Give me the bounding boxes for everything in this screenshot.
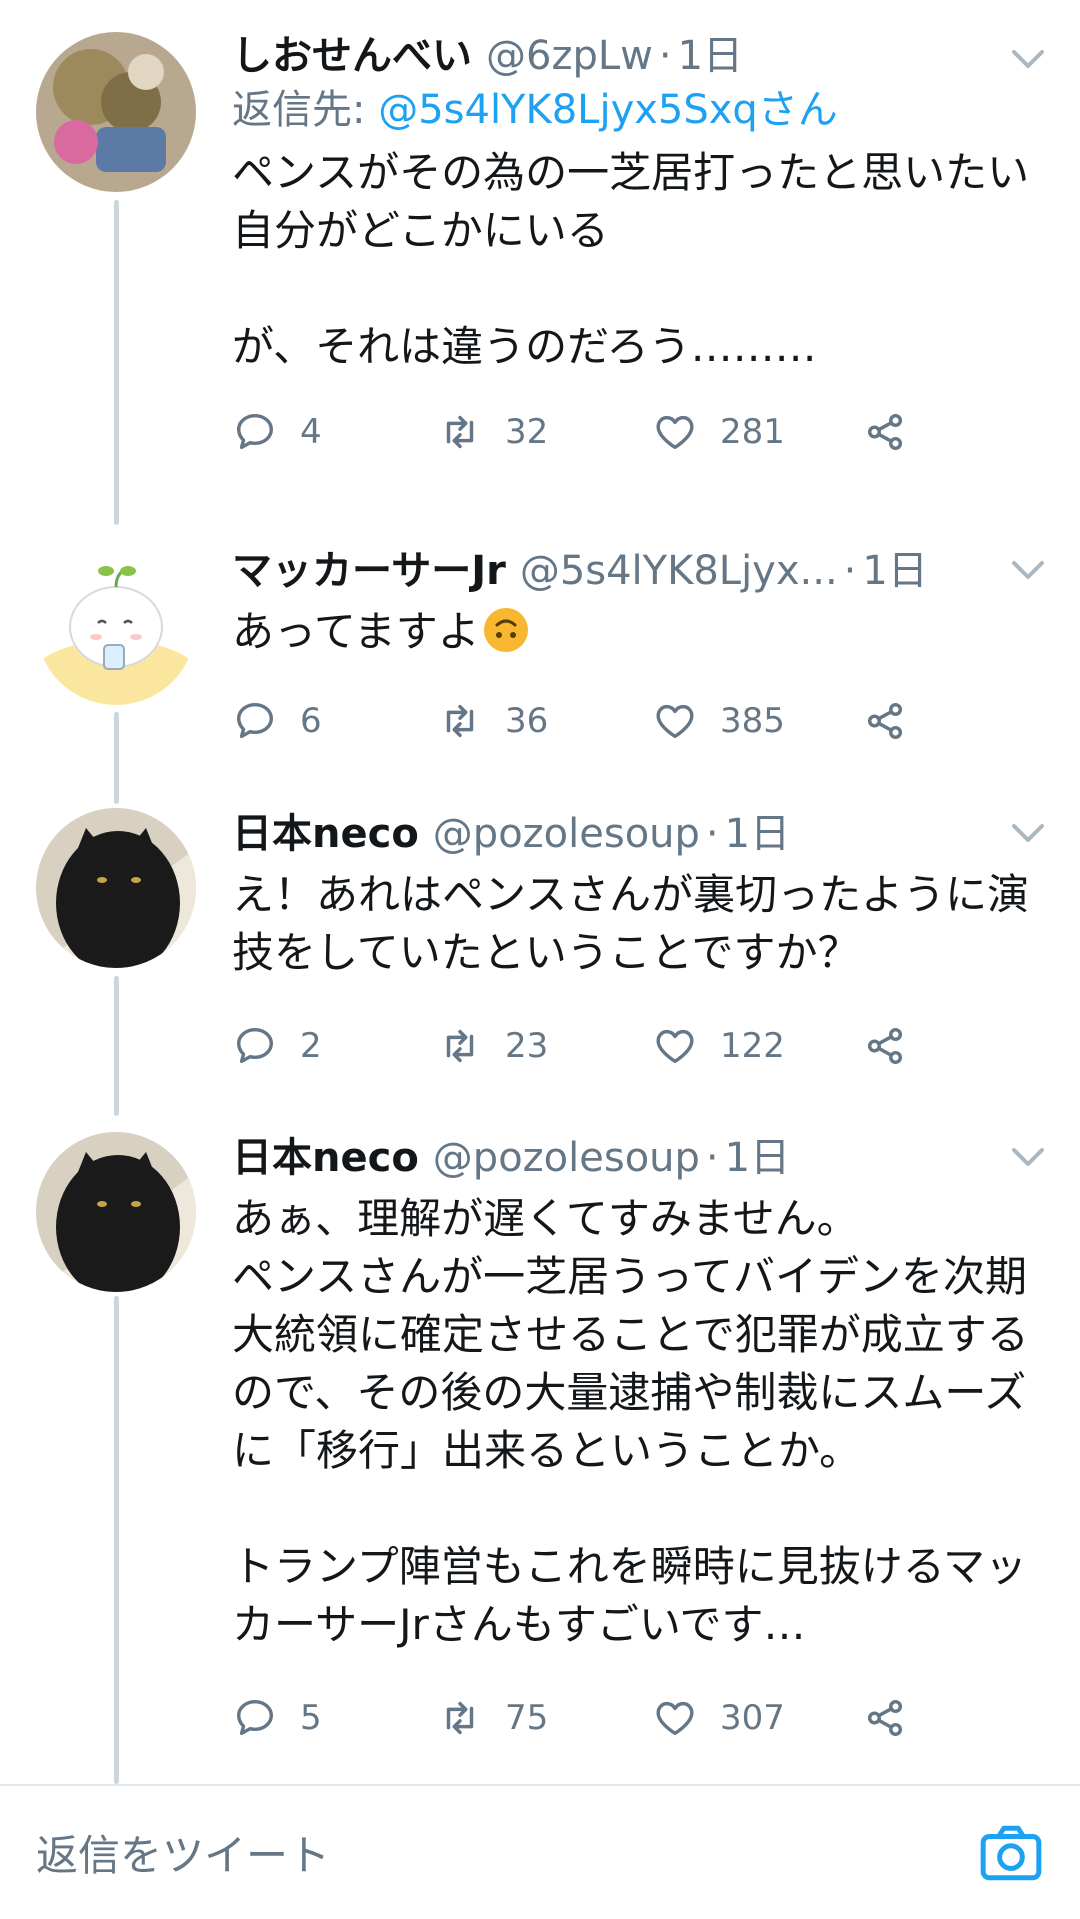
retweet-icon <box>446 1029 474 1063</box>
chevron-down-icon[interactable] <box>1004 1132 1052 1180</box>
avatar[interactable] <box>36 1132 196 1292</box>
share-button[interactable] <box>862 409 930 455</box>
retweet-count: 75 <box>505 1698 549 1738</box>
separator-dot: · <box>843 548 857 594</box>
chevron-down-icon[interactable] <box>1004 808 1052 856</box>
reply-button[interactable]: 2 <box>232 1023 437 1069</box>
retweet-button[interactable]: 23 <box>437 1023 652 1069</box>
tweet-header: 日本neco @pozolesoup · 1日 <box>232 808 1052 860</box>
retweet-button[interactable]: 36 <box>437 698 652 744</box>
share-button[interactable] <box>862 1023 930 1069</box>
tweet-text: ペンスがその為の一芝居打ったと思いたい自分がどこかにいる が、それは違うのだろう… <box>232 148 1030 371</box>
like-count: 385 <box>720 701 785 741</box>
chevron-down-icon[interactable] <box>1004 545 1052 593</box>
timestamp: 1日 <box>724 811 791 857</box>
like-count: 307 <box>720 1698 785 1738</box>
heart-icon <box>656 415 694 450</box>
tweet-thread-screen: しおせんべい @6zpLw · 1日 返信先: @5s4lYK8Ljyx5Sxq… <box>0 0 1080 1919</box>
reply-to-prefix: 返信先: <box>232 87 379 133</box>
camera-icon[interactable] <box>978 1820 1044 1886</box>
timestamp: 1日 <box>862 548 928 594</box>
retweet-count: 32 <box>505 412 549 452</box>
share-icon <box>867 1027 903 1065</box>
tweet-actions: 4 32 281 <box>232 402 1052 462</box>
tweet-text: え！あれはペンスさんが裏切ったように演技をしていたということですか？ <box>232 870 1030 977</box>
reply-icon <box>236 702 274 739</box>
separator-dot: · <box>658 33 672 79</box>
retweet-icon <box>446 415 474 449</box>
tweet-actions: 2 23 122 <box>232 1016 1052 1076</box>
user-name[interactable]: 日本neco <box>232 808 419 860</box>
retweet-count: 36 <box>505 701 549 741</box>
heart-icon <box>656 1029 694 1064</box>
tweet-actions: 6 36 385 <box>232 691 1052 751</box>
tweet-header: マッカーサーJr @5s4lYK8Ljyx... · 1日 <box>232 545 1052 597</box>
share-icon <box>867 1699 903 1737</box>
reply-icon <box>236 1699 274 1736</box>
tweet-3[interactable]: 日本neco @pozolesoup · 1日 え！あれはペンスさんが裏切ったよ… <box>0 808 1080 1076</box>
reply-button[interactable]: 5 <box>232 1695 437 1741</box>
like-button[interactable]: 122 <box>652 1023 862 1069</box>
separator-dot: · <box>705 811 719 857</box>
reply-icon <box>236 1027 274 1064</box>
reply-count: 2 <box>300 1026 322 1066</box>
tweet-header: 日本neco @pozolesoup · 1日 <box>232 1132 1052 1184</box>
tweet-text-row: あってますよ <box>232 603 1052 661</box>
chevron-down-icon[interactable] <box>1004 34 1052 82</box>
reply-button[interactable]: 4 <box>232 409 437 455</box>
tweet-text: あぁ、理解が遅くてすみません。 ペンスさんが一芝居うってバイデンを次期大統領に確… <box>232 1194 1029 1649</box>
user-name[interactable]: 日本neco <box>232 1132 419 1184</box>
reply-icon <box>236 413 274 450</box>
avatar[interactable] <box>36 545 196 705</box>
like-count: 122 <box>720 1026 785 1066</box>
tweet-text: あってますよ <box>232 607 480 656</box>
retweet-button[interactable]: 32 <box>437 409 652 455</box>
reply-count: 6 <box>300 701 322 741</box>
user-handle[interactable]: @pozolesoup <box>433 808 700 860</box>
share-button[interactable] <box>862 698 930 744</box>
user-name[interactable]: しおせんべい <box>232 30 472 82</box>
avatar[interactable] <box>36 808 196 968</box>
user-name[interactable]: マッカーサーJr <box>232 545 506 597</box>
share-icon <box>867 413 903 451</box>
timestamp: 1日 <box>724 1135 791 1181</box>
reply-count: 4 <box>300 412 322 452</box>
reply-button[interactable]: 6 <box>232 698 437 744</box>
retweet-count: 23 <box>505 1026 549 1066</box>
user-handle[interactable]: @6zpLw <box>486 30 653 82</box>
reply-mention-link[interactable]: @5s4lYK8Ljyx5Sxqさん <box>378 87 838 133</box>
like-button[interactable]: 307 <box>652 1695 862 1741</box>
tweet-header: しおせんべい @6zpLw · 1日 <box>232 30 1052 82</box>
heart-icon <box>656 704 694 739</box>
retweet-icon <box>446 704 474 738</box>
retweet-icon <box>446 1701 474 1735</box>
separator-dot: · <box>705 1135 719 1181</box>
heart-icon <box>656 1701 694 1736</box>
like-button[interactable]: 281 <box>652 409 862 455</box>
user-handle[interactable]: @5s4lYK8Ljyx... <box>520 545 838 597</box>
reply-to-line: 返信先: @5s4lYK8Ljyx5Sxqさん <box>232 82 1052 138</box>
tweet-2[interactable]: マッカーサーJr @5s4lYK8Ljyx... · 1日 あってますよ 6 3… <box>0 545 1080 751</box>
reply-input[interactable]: 返信をツイート <box>36 1822 978 1883</box>
tweet-1[interactable]: しおせんべい @6zpLw · 1日 返信先: @5s4lYK8Ljyx5Sxq… <box>0 30 1080 462</box>
timestamp: 1日 <box>677 33 744 79</box>
share-icon <box>867 702 903 740</box>
like-count: 281 <box>720 412 785 452</box>
avatar[interactable] <box>36 32 196 192</box>
retweet-button[interactable]: 75 <box>437 1695 652 1741</box>
reply-composer: 返信をツイート <box>0 1786 1080 1919</box>
reply-count: 5 <box>300 1698 322 1738</box>
user-handle[interactable]: @pozolesoup <box>433 1132 700 1184</box>
upside-down-face-icon <box>483 608 528 652</box>
share-button[interactable] <box>862 1695 930 1741</box>
tweet-4[interactable]: 日本neco @pozolesoup · 1日 あぁ、理解が遅くてすみません。 … <box>0 1132 1080 1748</box>
tweet-actions: 5 75 307 <box>232 1688 1052 1748</box>
like-button[interactable]: 385 <box>652 698 862 744</box>
